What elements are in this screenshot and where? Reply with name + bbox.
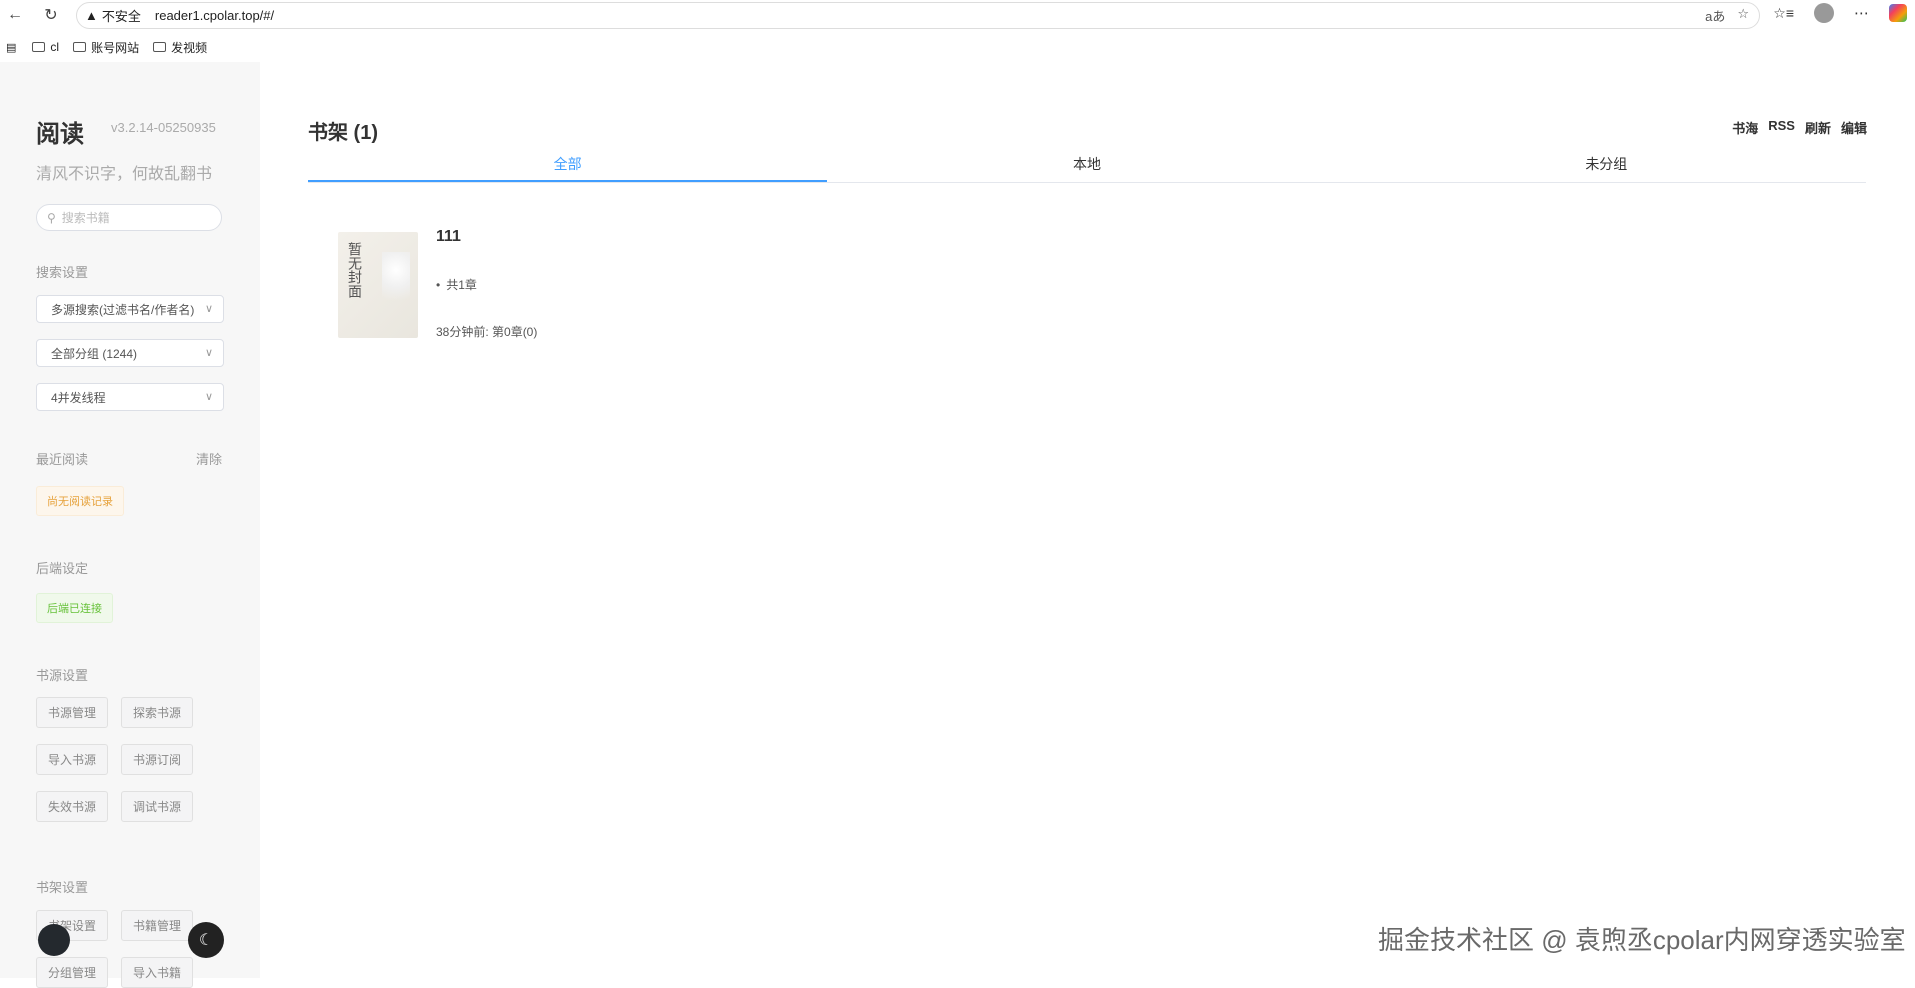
folder-icon: [32, 42, 46, 52]
chevron-down-icon: ∨: [204, 303, 213, 315]
group-manage-button[interactable]: 分组管理: [36, 957, 108, 988]
read-aloud-icon[interactable]: aあ: [1705, 6, 1725, 25]
more-icon[interactable]: ⋯: [1854, 4, 1869, 22]
warning-icon: ▲: [85, 8, 98, 23]
debug-source-button[interactable]: 调试书源: [121, 791, 193, 822]
clear-recent-button[interactable]: 清除: [196, 449, 222, 468]
tab-ungrouped[interactable]: 未分组: [1347, 154, 1866, 182]
dark-mode-toggle-icon[interactable]: ☾: [188, 922, 224, 958]
watermark: 掘金技术社区 @ 袁煦丞cpolar内网穿透实验室: [1378, 925, 1906, 955]
action-links: 书海 RSS 刷新 编辑: [1732, 118, 1867, 137]
page-title: 书架 (1): [308, 122, 378, 144]
import-book-button[interactable]: 导入书籍: [121, 957, 193, 988]
book-sea-link[interactable]: 书海: [1732, 118, 1758, 137]
source-settings-title: 书源设置: [36, 668, 89, 683]
bullet-icon: •: [436, 278, 441, 292]
backend-status-tag: 后端已连接: [36, 593, 113, 623]
tab-all[interactable]: 全部: [308, 154, 828, 182]
search-input[interactable]: ⚲ 搜索书籍: [36, 204, 222, 231]
tab-local[interactable]: 本地: [827, 154, 1346, 182]
search-icon: ⚲: [47, 210, 56, 225]
favorite-star-icon[interactable]: ☆: [1737, 6, 1749, 25]
search-mode-select[interactable]: 多源搜索(过滤书名/作者名) ∨: [36, 295, 224, 323]
github-icon[interactable]: [38, 924, 70, 956]
folder-icon: [73, 42, 87, 52]
backend-settings-title: 后端设定: [36, 561, 89, 576]
sidebar: 阅读 v3.2.14-05250935 清风不识字，何故乱翻书 ⚲ 搜索书籍 搜…: [0, 62, 260, 988]
folder-icon: [153, 42, 167, 52]
refresh-link[interactable]: 刷新: [1805, 118, 1831, 137]
refresh-icon[interactable]: ↻: [40, 4, 62, 26]
favorites-list-icon[interactable]: ☆≡: [1773, 5, 1794, 22]
chevron-down-icon: ∨: [204, 347, 213, 359]
app-tagline: 清风不识字，何故乱翻书: [36, 166, 213, 183]
import-source-button[interactable]: 导入书源: [36, 744, 108, 775]
source-manage-button[interactable]: 书源管理: [36, 697, 108, 728]
shelf-settings-title: 书架设置: [36, 880, 89, 895]
chevron-down-icon: ∨: [204, 391, 213, 403]
book-cover[interactable]: 暂无封面: [338, 232, 418, 338]
bookmark-folder-accounts[interactable]: 账号网站: [73, 39, 139, 56]
security-warning[interactable]: ▲ 不安全: [85, 6, 141, 25]
shelf-tabs: 全部 本地 未分组: [308, 154, 1866, 183]
address-bar[interactable]: ▲ 不安全 reader1.cpolar.top/#/ aあ ☆: [76, 2, 1760, 29]
book-manage-button[interactable]: 书籍管理: [121, 910, 193, 941]
app-logo: 阅读: [36, 121, 84, 148]
bookmarks-bar: ▤ cl 账号网站 发视频: [0, 34, 1915, 60]
search-placeholder: 搜索书籍: [61, 211, 110, 225]
bookmark-folder-cl[interactable]: cl: [32, 40, 59, 54]
cover-placeholder-text: 暂无封面: [346, 242, 362, 298]
recent-reading-title: 最近阅读: [36, 452, 89, 467]
bookmark-folder-videos[interactable]: 发视频: [153, 39, 207, 56]
no-record-tag: 尚无阅读记录: [36, 486, 124, 516]
rss-link[interactable]: RSS: [1768, 118, 1795, 137]
book-last-read: 38分钟前: 第0章(0): [436, 325, 538, 339]
bookmark-bar-icon[interactable]: ▤: [6, 41, 16, 54]
app-version: v3.2.14-05250935: [111, 120, 216, 135]
invalid-source-button[interactable]: 失效书源: [36, 791, 108, 822]
bookshelf-main: 书架 (1) 书海 RSS 刷新 编辑 全部 本地 未分组 暂无封面 111 •…: [260, 62, 1915, 978]
flower-decoration: [382, 252, 410, 312]
threads-select[interactable]: 4并发线程 ∨: [36, 383, 224, 411]
back-icon[interactable]: ←: [4, 4, 26, 26]
browser-toolbar: ← ↻ ▲ 不安全 reader1.cpolar.top/#/ aあ ☆ ☆≡ ⋯: [0, 0, 1915, 30]
edit-link[interactable]: 编辑: [1841, 118, 1867, 137]
copilot-icon[interactable]: [1889, 4, 1907, 22]
explore-source-button[interactable]: 探索书源: [121, 697, 193, 728]
book-chapter-count: • 共1章: [436, 278, 477, 292]
group-select[interactable]: 全部分组 (1244) ∨: [36, 339, 224, 367]
profile-avatar[interactable]: [1814, 3, 1834, 23]
search-settings-title: 搜索设置: [36, 265, 89, 280]
url-text[interactable]: reader1.cpolar.top/#/: [155, 8, 274, 23]
subscribe-source-button[interactable]: 书源订阅: [121, 744, 193, 775]
book-title[interactable]: 111: [436, 228, 461, 246]
